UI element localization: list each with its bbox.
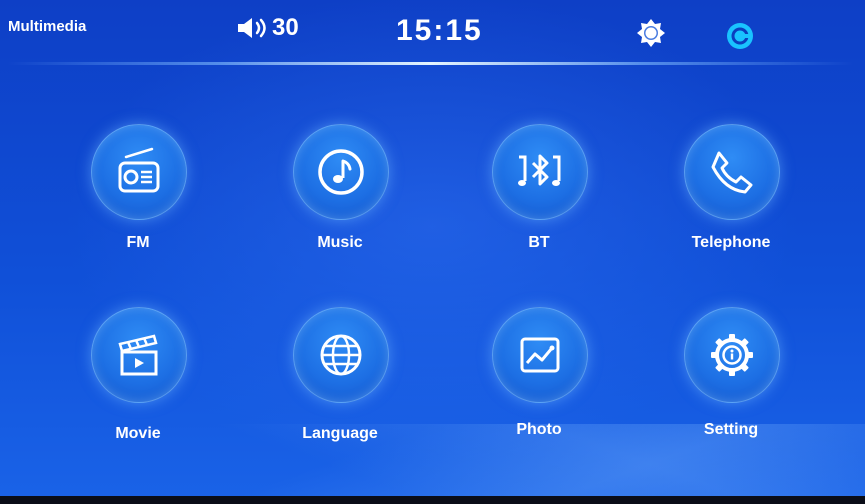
menu-item-music[interactable]: Music (265, 124, 415, 264)
menu-item-telephone[interactable]: Telephone (656, 124, 806, 264)
menu-item-bt[interactable]: BT (464, 124, 614, 264)
menu-item-button[interactable] (293, 124, 389, 220)
menu-item-movie[interactable]: Movie (63, 307, 213, 447)
screen-bezel (0, 496, 865, 504)
header-divider (8, 62, 853, 65)
menu-item-label: Photo (516, 421, 562, 438)
globe-icon (320, 334, 362, 376)
menu-item-label: BT (528, 234, 550, 251)
menu-item-button[interactable] (91, 124, 187, 220)
menu-item-label: FM (126, 234, 150, 251)
menu-item-language[interactable]: Language (265, 307, 415, 447)
clapperboard-icon (118, 334, 158, 376)
menu-item-label: Movie (115, 425, 161, 442)
speaker-icon (238, 18, 266, 38)
app-title: Multimedia (8, 18, 87, 35)
picture-icon (520, 337, 560, 373)
bluetooth-music-icon (518, 154, 561, 186)
menu-item-label: Setting (703, 421, 759, 438)
volume-indicator[interactable]: 30 (236, 14, 299, 42)
music-note-icon (318, 149, 364, 195)
menu-item-button[interactable] (91, 307, 187, 403)
radio-icon (118, 147, 160, 193)
menu-item-button[interactable] (492, 307, 588, 403)
status-bar: Multimedia 30 15:15 (0, 0, 865, 65)
menu-item-setting[interactable]: Setting (656, 307, 806, 447)
menu-item-label: Telephone (691, 234, 771, 251)
menu-item-button[interactable] (492, 124, 588, 220)
theme-icon[interactable] (726, 22, 754, 50)
sun-icon[interactable] (636, 18, 666, 48)
home-screen: Multimedia 30 15:15 FM Music BT Telephon… (0, 0, 865, 504)
gear-icon (711, 334, 753, 376)
menu-item-fm[interactable]: FM (63, 124, 213, 264)
menu-item-photo[interactable]: Photo (464, 307, 614, 447)
menu-item-button[interactable] (293, 307, 389, 403)
menu-item-button[interactable] (684, 307, 780, 403)
menu-item-label: Language (302, 425, 378, 442)
phone-icon (711, 151, 753, 194)
volume-level: 30 (272, 14, 299, 41)
menu-item-button[interactable] (684, 124, 780, 220)
clock: 15:15 (396, 14, 483, 47)
menu-item-label: Music (317, 234, 363, 251)
